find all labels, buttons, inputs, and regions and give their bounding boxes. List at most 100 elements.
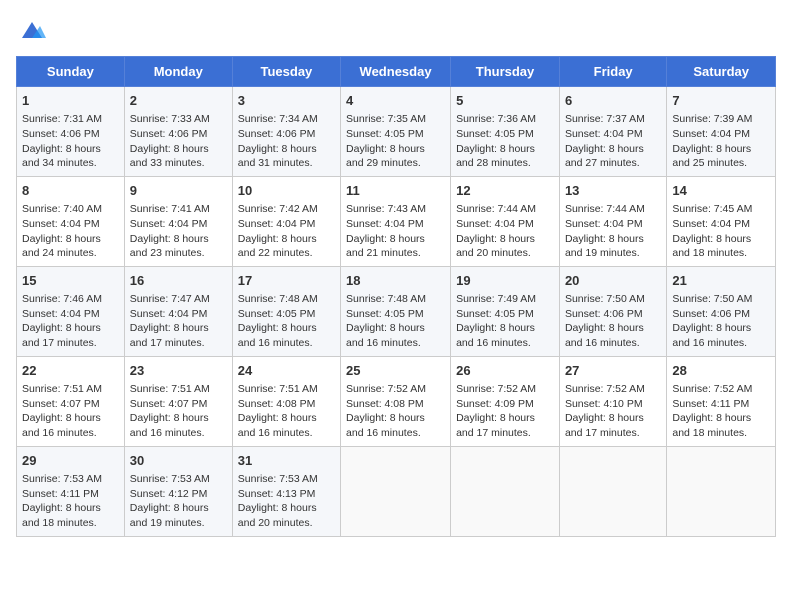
day-of-week-header: Thursday — [451, 57, 560, 87]
calendar-cell: 26 Sunrise: 7:52 AM Sunset: 4:09 PM Dayl… — [451, 356, 560, 446]
cell-content: Sunrise: 7:46 AM Sunset: 4:04 PM Dayligh… — [22, 292, 119, 351]
day-number: 26 — [456, 362, 554, 380]
calendar-week-row: 22 Sunrise: 7:51 AM Sunset: 4:07 PM Dayl… — [17, 356, 776, 446]
day-number: 2 — [130, 92, 227, 110]
cell-content: Sunrise: 7:50 AM Sunset: 4:06 PM Dayligh… — [565, 292, 661, 351]
cell-content: Sunrise: 7:52 AM Sunset: 4:09 PM Dayligh… — [456, 382, 554, 441]
calendar-cell — [667, 446, 776, 536]
calendar-week-row: 29 Sunrise: 7:53 AM Sunset: 4:11 PM Dayl… — [17, 446, 776, 536]
day-number: 17 — [238, 272, 335, 290]
day-number: 29 — [22, 452, 119, 470]
calendar-cell: 3 Sunrise: 7:34 AM Sunset: 4:06 PM Dayli… — [232, 87, 340, 177]
cell-content: Sunrise: 7:45 AM Sunset: 4:04 PM Dayligh… — [672, 202, 770, 261]
cell-content: Sunrise: 7:51 AM Sunset: 4:07 PM Dayligh… — [130, 382, 227, 441]
calendar-table: SundayMondayTuesdayWednesdayThursdayFrid… — [16, 56, 776, 537]
cell-content: Sunrise: 7:31 AM Sunset: 4:06 PM Dayligh… — [22, 112, 119, 171]
cell-content: Sunrise: 7:39 AM Sunset: 4:04 PM Dayligh… — [672, 112, 770, 171]
day-number: 13 — [565, 182, 661, 200]
calendar-body: 1 Sunrise: 7:31 AM Sunset: 4:06 PM Dayli… — [17, 87, 776, 537]
day-of-week-header: Monday — [124, 57, 232, 87]
cell-content: Sunrise: 7:53 AM Sunset: 4:11 PM Dayligh… — [22, 472, 119, 531]
day-number: 21 — [672, 272, 770, 290]
calendar-cell: 20 Sunrise: 7:50 AM Sunset: 4:06 PM Dayl… — [559, 266, 666, 356]
calendar-cell: 10 Sunrise: 7:42 AM Sunset: 4:04 PM Dayl… — [232, 176, 340, 266]
calendar-cell: 18 Sunrise: 7:48 AM Sunset: 4:05 PM Dayl… — [341, 266, 451, 356]
calendar-cell: 19 Sunrise: 7:49 AM Sunset: 4:05 PM Dayl… — [451, 266, 560, 356]
cell-content: Sunrise: 7:40 AM Sunset: 4:04 PM Dayligh… — [22, 202, 119, 261]
cell-content: Sunrise: 7:44 AM Sunset: 4:04 PM Dayligh… — [565, 202, 661, 261]
day-number: 24 — [238, 362, 335, 380]
calendar-cell: 28 Sunrise: 7:52 AM Sunset: 4:11 PM Dayl… — [667, 356, 776, 446]
calendar-cell: 11 Sunrise: 7:43 AM Sunset: 4:04 PM Dayl… — [341, 176, 451, 266]
day-number: 20 — [565, 272, 661, 290]
calendar-cell: 24 Sunrise: 7:51 AM Sunset: 4:08 PM Dayl… — [232, 356, 340, 446]
day-number: 28 — [672, 362, 770, 380]
day-of-week-header: Friday — [559, 57, 666, 87]
day-number: 9 — [130, 182, 227, 200]
cell-content: Sunrise: 7:37 AM Sunset: 4:04 PM Dayligh… — [565, 112, 661, 171]
logo-icon — [18, 16, 46, 44]
calendar-cell: 29 Sunrise: 7:53 AM Sunset: 4:11 PM Dayl… — [17, 446, 125, 536]
calendar-cell: 6 Sunrise: 7:37 AM Sunset: 4:04 PM Dayli… — [559, 87, 666, 177]
cell-content: Sunrise: 7:35 AM Sunset: 4:05 PM Dayligh… — [346, 112, 445, 171]
calendar-cell — [559, 446, 666, 536]
day-number: 11 — [346, 182, 445, 200]
day-number: 16 — [130, 272, 227, 290]
day-number: 18 — [346, 272, 445, 290]
cell-content: Sunrise: 7:52 AM Sunset: 4:10 PM Dayligh… — [565, 382, 661, 441]
calendar-cell: 21 Sunrise: 7:50 AM Sunset: 4:06 PM Dayl… — [667, 266, 776, 356]
calendar-cell: 15 Sunrise: 7:46 AM Sunset: 4:04 PM Dayl… — [17, 266, 125, 356]
day-number: 25 — [346, 362, 445, 380]
cell-content: Sunrise: 7:49 AM Sunset: 4:05 PM Dayligh… — [456, 292, 554, 351]
cell-content: Sunrise: 7:41 AM Sunset: 4:04 PM Dayligh… — [130, 202, 227, 261]
logo — [16, 16, 46, 44]
cell-content: Sunrise: 7:42 AM Sunset: 4:04 PM Dayligh… — [238, 202, 335, 261]
calendar-cell: 16 Sunrise: 7:47 AM Sunset: 4:04 PM Dayl… — [124, 266, 232, 356]
calendar-cell: 23 Sunrise: 7:51 AM Sunset: 4:07 PM Dayl… — [124, 356, 232, 446]
calendar-cell: 31 Sunrise: 7:53 AM Sunset: 4:13 PM Dayl… — [232, 446, 340, 536]
calendar-cell: 1 Sunrise: 7:31 AM Sunset: 4:06 PM Dayli… — [17, 87, 125, 177]
calendar-cell: 13 Sunrise: 7:44 AM Sunset: 4:04 PM Dayl… — [559, 176, 666, 266]
cell-content: Sunrise: 7:48 AM Sunset: 4:05 PM Dayligh… — [238, 292, 335, 351]
calendar-week-row: 8 Sunrise: 7:40 AM Sunset: 4:04 PM Dayli… — [17, 176, 776, 266]
calendar-cell: 25 Sunrise: 7:52 AM Sunset: 4:08 PM Dayl… — [341, 356, 451, 446]
calendar-cell: 7 Sunrise: 7:39 AM Sunset: 4:04 PM Dayli… — [667, 87, 776, 177]
day-number: 19 — [456, 272, 554, 290]
cell-content: Sunrise: 7:44 AM Sunset: 4:04 PM Dayligh… — [456, 202, 554, 261]
cell-content: Sunrise: 7:53 AM Sunset: 4:13 PM Dayligh… — [238, 472, 335, 531]
cell-content: Sunrise: 7:51 AM Sunset: 4:07 PM Dayligh… — [22, 382, 119, 441]
cell-content: Sunrise: 7:36 AM Sunset: 4:05 PM Dayligh… — [456, 112, 554, 171]
calendar-cell — [341, 446, 451, 536]
day-number: 1 — [22, 92, 119, 110]
day-of-week-header: Wednesday — [341, 57, 451, 87]
day-number: 15 — [22, 272, 119, 290]
header-row: SundayMondayTuesdayWednesdayThursdayFrid… — [17, 57, 776, 87]
cell-content: Sunrise: 7:34 AM Sunset: 4:06 PM Dayligh… — [238, 112, 335, 171]
cell-content: Sunrise: 7:52 AM Sunset: 4:08 PM Dayligh… — [346, 382, 445, 441]
calendar-cell: 4 Sunrise: 7:35 AM Sunset: 4:05 PM Dayli… — [341, 87, 451, 177]
calendar-cell: 12 Sunrise: 7:44 AM Sunset: 4:04 PM Dayl… — [451, 176, 560, 266]
calendar-cell: 27 Sunrise: 7:52 AM Sunset: 4:10 PM Dayl… — [559, 356, 666, 446]
calendar-cell: 9 Sunrise: 7:41 AM Sunset: 4:04 PM Dayli… — [124, 176, 232, 266]
day-of-week-header: Tuesday — [232, 57, 340, 87]
day-number: 3 — [238, 92, 335, 110]
day-number: 4 — [346, 92, 445, 110]
day-number: 14 — [672, 182, 770, 200]
cell-content: Sunrise: 7:51 AM Sunset: 4:08 PM Dayligh… — [238, 382, 335, 441]
day-number: 31 — [238, 452, 335, 470]
day-number: 27 — [565, 362, 661, 380]
cell-content: Sunrise: 7:48 AM Sunset: 4:05 PM Dayligh… — [346, 292, 445, 351]
cell-content: Sunrise: 7:47 AM Sunset: 4:04 PM Dayligh… — [130, 292, 227, 351]
calendar-week-row: 15 Sunrise: 7:46 AM Sunset: 4:04 PM Dayl… — [17, 266, 776, 356]
calendar-header: SundayMondayTuesdayWednesdayThursdayFrid… — [17, 57, 776, 87]
calendar-cell: 17 Sunrise: 7:48 AM Sunset: 4:05 PM Dayl… — [232, 266, 340, 356]
day-number: 5 — [456, 92, 554, 110]
cell-content: Sunrise: 7:43 AM Sunset: 4:04 PM Dayligh… — [346, 202, 445, 261]
day-number: 23 — [130, 362, 227, 380]
calendar-cell: 2 Sunrise: 7:33 AM Sunset: 4:06 PM Dayli… — [124, 87, 232, 177]
calendar-cell: 14 Sunrise: 7:45 AM Sunset: 4:04 PM Dayl… — [667, 176, 776, 266]
day-number: 6 — [565, 92, 661, 110]
calendar-cell — [451, 446, 560, 536]
cell-content: Sunrise: 7:52 AM Sunset: 4:11 PM Dayligh… — [672, 382, 770, 441]
header — [16, 16, 776, 44]
